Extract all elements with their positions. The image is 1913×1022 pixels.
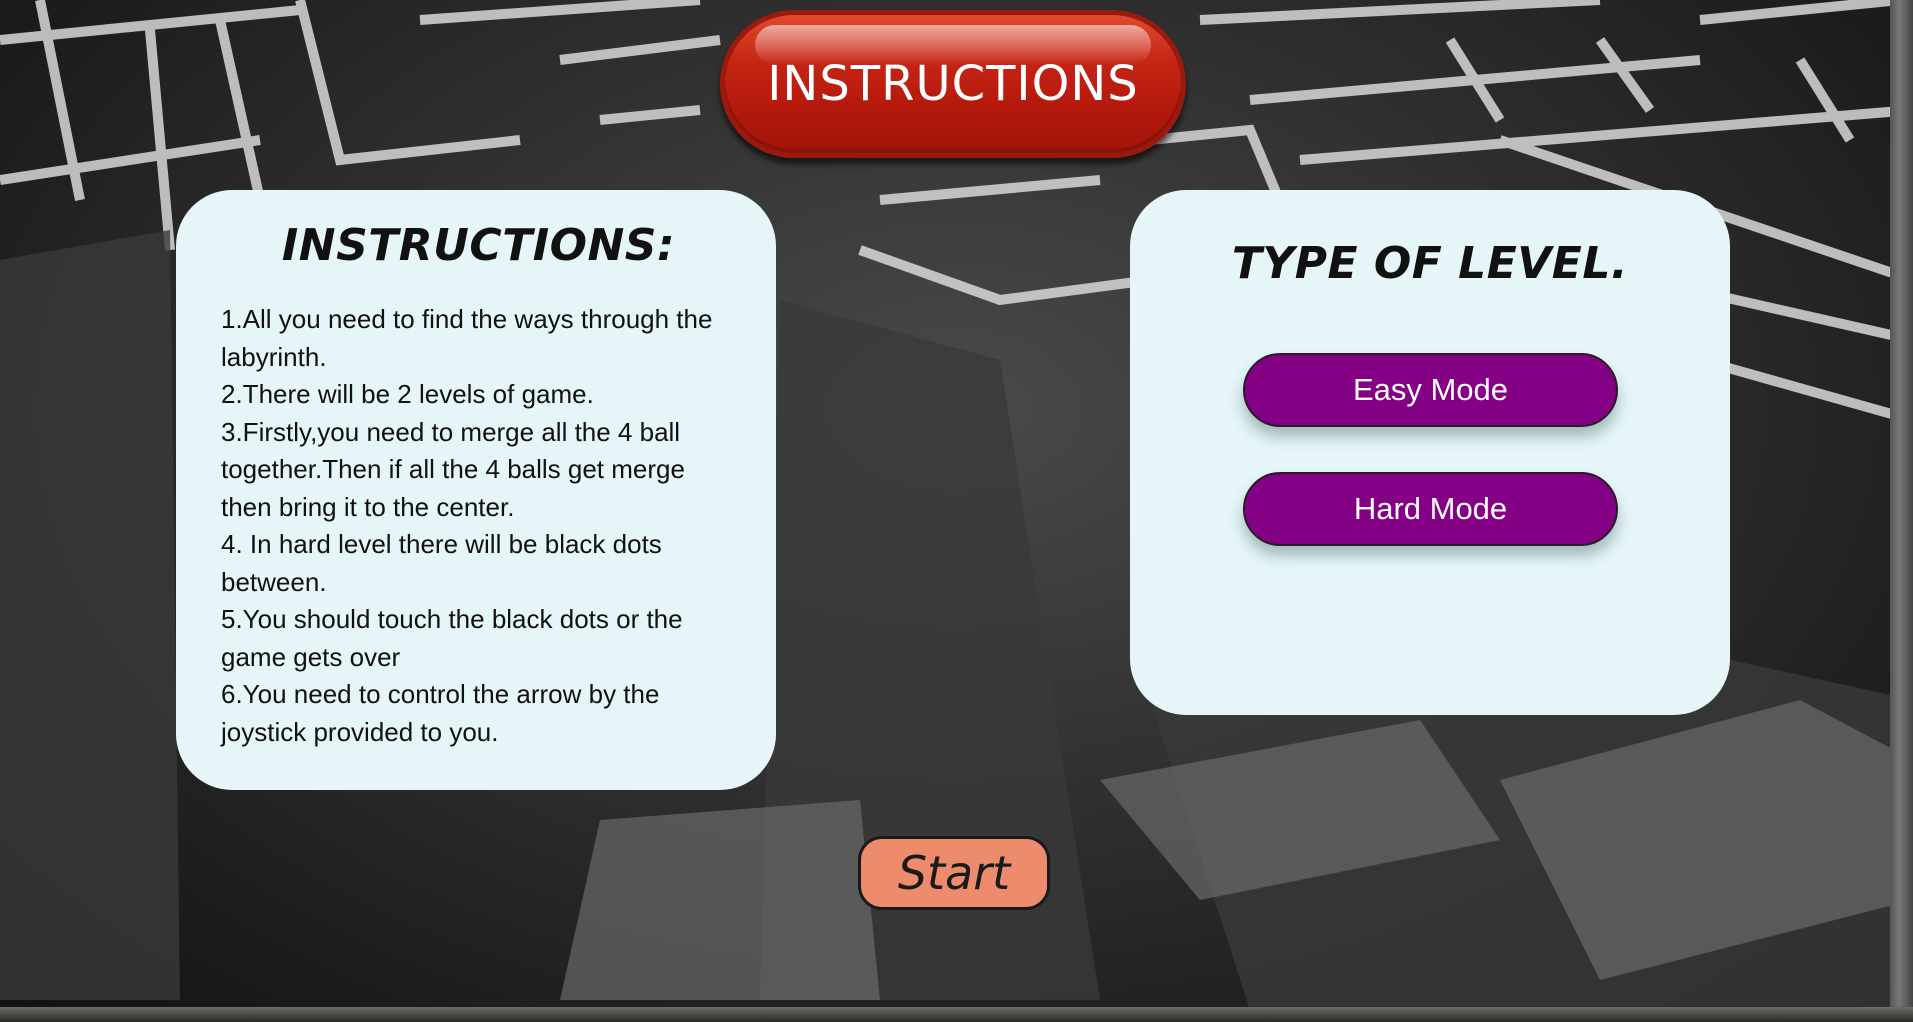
instruction-item: 3.Firstly,you need to merge all the 4 ba…	[221, 416, 685, 522]
hard-mode-button[interactable]: Hard Mode	[1243, 472, 1618, 546]
instructions-card: INSTRUCTIONS: 1.All you need to find the…	[176, 190, 776, 790]
page-title: INSTRUCTIONS	[767, 56, 1139, 112]
instructions-list: 1.All you need to find the ways through …	[221, 301, 736, 751]
instruction-item: 6.You need to control the arrow by the j…	[221, 679, 660, 747]
level-type-card: TYPE OF LEVEL. Easy Mode Hard Mode	[1130, 190, 1730, 715]
instruction-item: 4. In hard level there will be black dot…	[221, 529, 662, 597]
easy-mode-button[interactable]: Easy Mode	[1243, 353, 1618, 427]
window-right-edge	[1890, 0, 1913, 1022]
start-button[interactable]: Start	[858, 836, 1050, 910]
window-bottom-edge	[0, 1007, 1913, 1022]
level-type-heading: TYPE OF LEVEL.	[1231, 238, 1629, 289]
page-title-banner: INSTRUCTIONS	[720, 10, 1186, 158]
instruction-item: 5.You should touch the black dots or the…	[221, 604, 683, 672]
instruction-item: 1.All you need to find the ways through …	[221, 304, 713, 372]
instructions-heading: INSTRUCTIONS:	[281, 220, 676, 271]
instruction-item: 2.There will be 2 levels of game.	[221, 379, 594, 409]
